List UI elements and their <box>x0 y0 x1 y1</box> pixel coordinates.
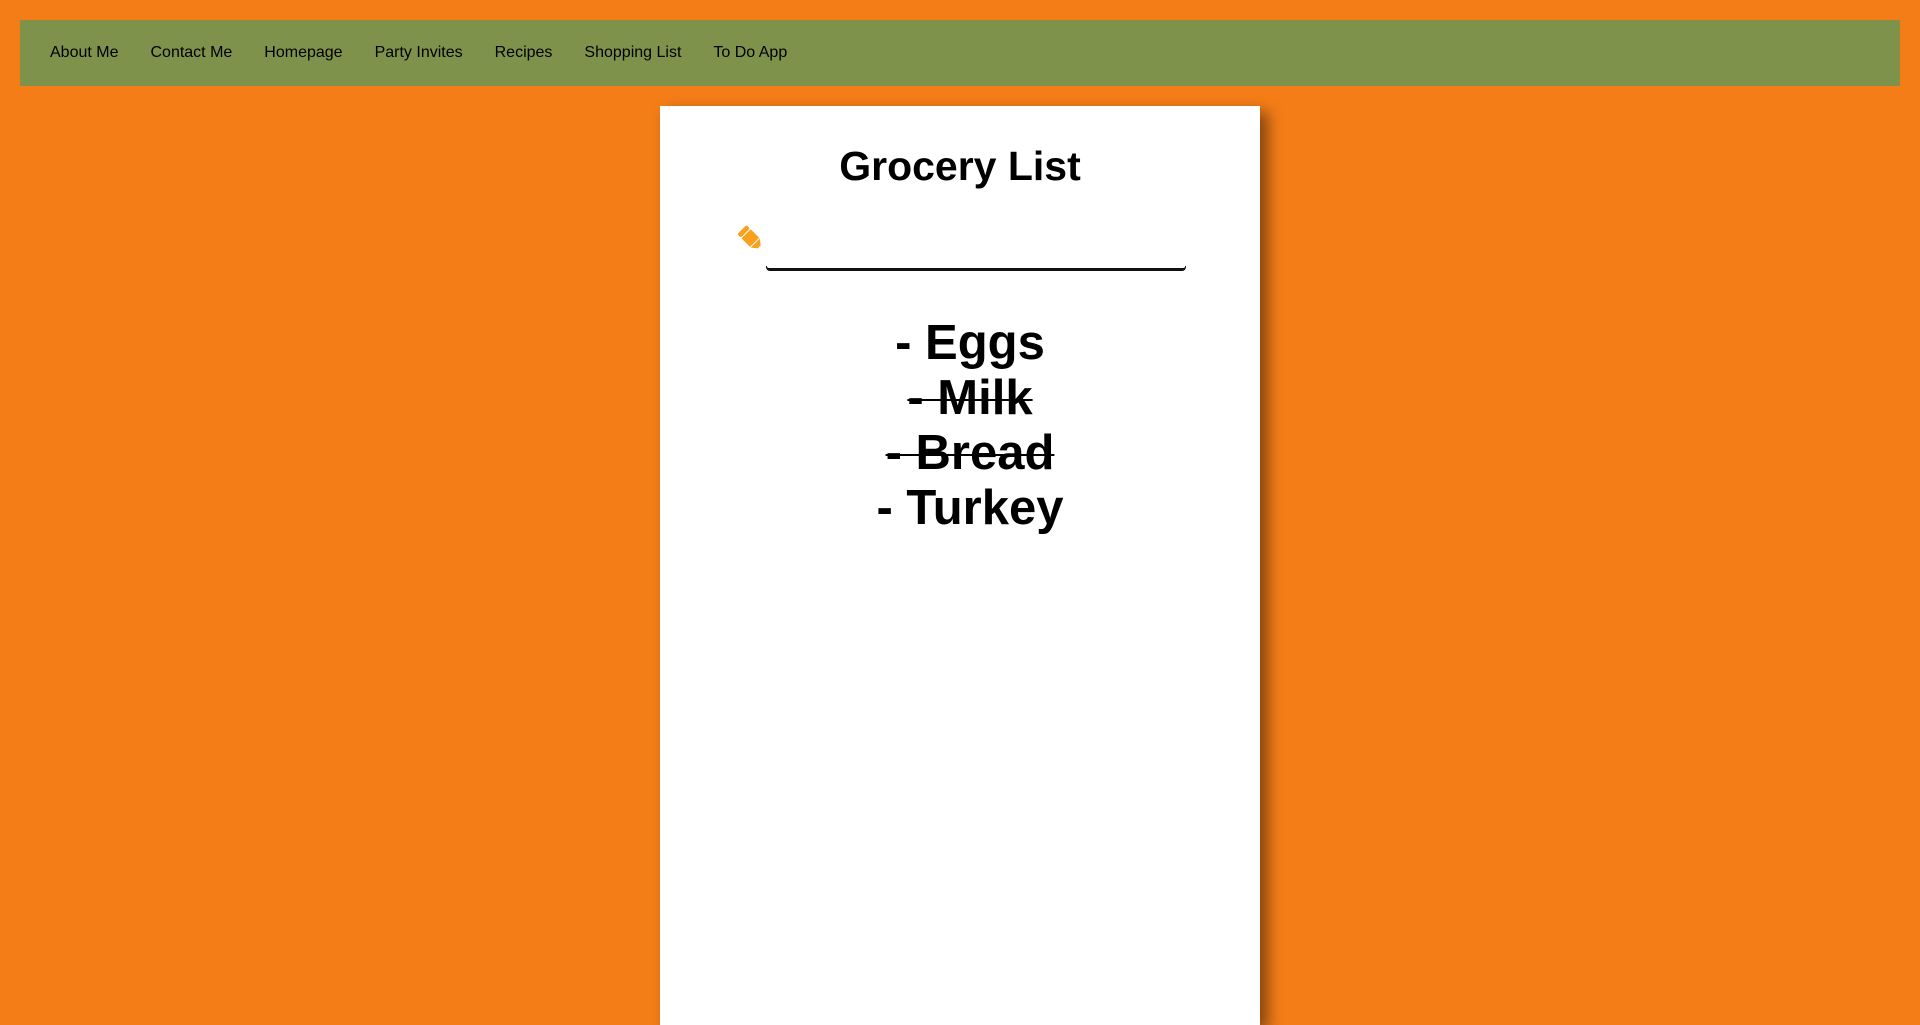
input-underline <box>766 266 1186 271</box>
top-navbar: About Me Contact Me Homepage Party Invit… <box>20 20 1900 86</box>
pencil-icon <box>733 220 767 254</box>
grocery-item-label: - Turkey <box>876 481 1064 535</box>
grocery-item-input[interactable] <box>768 228 1188 268</box>
grocery-item-bread[interactable]: - Bread <box>660 426 1260 481</box>
nav-link-recipes[interactable]: Recipes <box>479 20 569 86</box>
grocery-item-label: - Milk <box>907 371 1033 425</box>
nav-link-to-do-app[interactable]: To Do App <box>697 20 803 86</box>
nav-link-contact-me[interactable]: Contact Me <box>134 20 248 86</box>
grocery-item-label: - Eggs <box>895 316 1045 370</box>
grocery-card: Grocery List - Eggs - Milk - Bread - Tur… <box>660 106 1260 1025</box>
grocery-item-turkey[interactable]: - Turkey <box>660 481 1260 536</box>
nav-link-homepage[interactable]: Homepage <box>248 20 358 86</box>
nav-link-about-me[interactable]: About Me <box>34 20 134 86</box>
grocery-item-label: - Bread <box>885 426 1055 480</box>
grocery-item-milk[interactable]: - Milk <box>660 371 1260 426</box>
nav-link-party-invites[interactable]: Party Invites <box>359 20 479 86</box>
page-title: Grocery List <box>839 143 1081 189</box>
grocery-list: - Eggs - Milk - Bread - Turkey <box>660 316 1260 536</box>
grocery-item-eggs[interactable]: - Eggs <box>660 316 1260 371</box>
nav-link-shopping-list[interactable]: Shopping List <box>568 20 697 86</box>
